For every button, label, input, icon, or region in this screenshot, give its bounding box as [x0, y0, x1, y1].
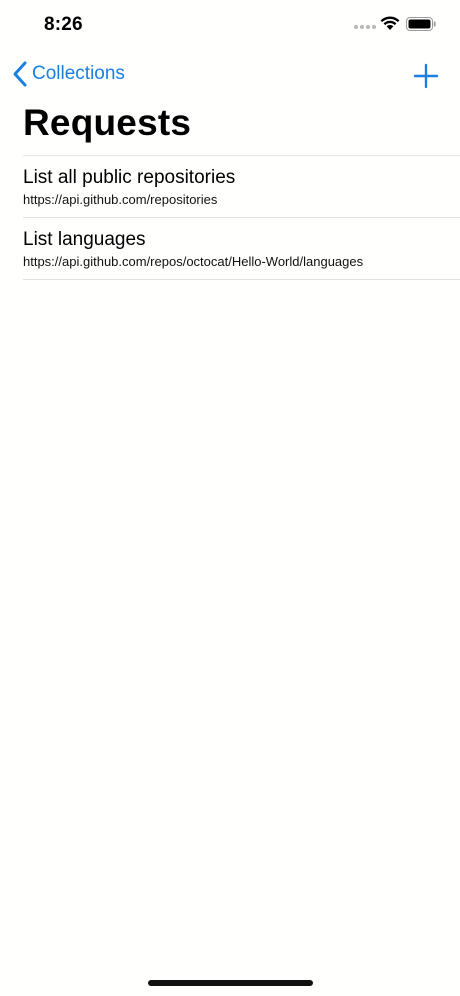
request-title: List all public repositories [23, 167, 236, 188]
request-url: https://api.github.com/repositories [23, 192, 218, 207]
page-title: Requests [23, 102, 192, 143]
chevron-left-icon [13, 61, 27, 87]
status-time: 8:26 [44, 14, 83, 35]
battery-icon [406, 17, 436, 31]
back-button[interactable]: Collections [12, 60, 125, 88]
request-url: https://api.github.com/repos/octocat/Hel… [23, 254, 364, 269]
list-item[interactable]: List all public repositories https://api… [23, 156, 460, 218]
navigation-bar: Collections [0, 54, 460, 98]
cellular-signal-icon [354, 25, 376, 29]
home-indicator[interactable] [148, 980, 313, 986]
request-title: List languages [23, 229, 146, 250]
request-list: List all public repositories https://api… [23, 155, 460, 280]
plus-icon[interactable] [412, 62, 440, 90]
back-label: Collections [32, 63, 125, 84]
wifi-icon [380, 16, 400, 30]
status-bar: 8:26 [0, 0, 460, 50]
list-item[interactable]: List languages https://api.github.com/re… [23, 218, 460, 280]
